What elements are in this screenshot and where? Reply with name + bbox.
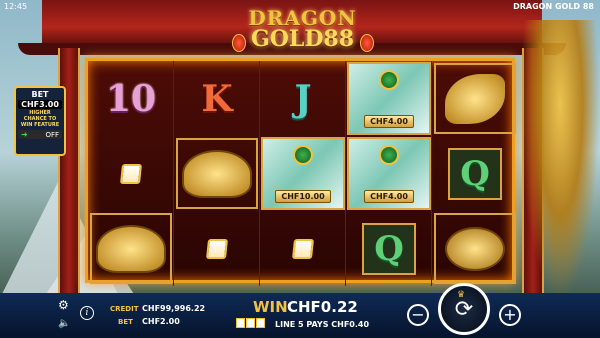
money-symbol: CHF4.00 (347, 62, 431, 135)
symbol-q: Q (448, 147, 502, 200)
gear-icon[interactable]: ⚙ (58, 298, 69, 312)
gold-fish-icon (445, 73, 505, 124)
reel-cell: Q (346, 211, 432, 286)
win-label: WIN (253, 298, 288, 316)
bet-panel-description: HIGHER CHANCE TO WIN FEATURE (20, 110, 60, 128)
scatter-symbol-icon (205, 238, 229, 259)
money-symbol: CHF4.00 (347, 137, 431, 210)
reel-3: J CHF10.00 (260, 61, 346, 286)
symbol-q: Q (362, 222, 416, 275)
crown-icon: ♛ (457, 290, 466, 300)
symbol-k: K (201, 77, 233, 120)
increase-bet-button[interactable]: + (499, 304, 521, 326)
reel-cell (260, 211, 346, 286)
feature-toggle-label: OFF (45, 130, 59, 139)
credit-value: CHF99,996.22 (142, 304, 206, 313)
symbol-10: 10 (105, 77, 157, 120)
status-game-title: DRAGON GOLD 88 (513, 2, 594, 11)
money-value: CHF10.00 (275, 190, 331, 203)
jade-coin-icon (379, 145, 399, 165)
reel-cell (88, 136, 174, 211)
refresh-icon: ⟳ (454, 296, 474, 322)
scatter-symbol-icon (291, 238, 315, 259)
scatter-mini-icon (256, 318, 265, 328)
reel-cell: J (260, 61, 346, 136)
reel-grid[interactable]: 10 K J CHF10.00 CHF4.00 CHF4.00 Q Q (85, 58, 518, 286)
scatter-mini-icon (246, 318, 255, 328)
jade-coin-icon (379, 70, 399, 90)
reel-2: K (174, 61, 260, 286)
reel-cell: CHF4.00 (346, 61, 432, 136)
dragon-illustration (520, 20, 600, 300)
money-value: CHF4.00 (364, 115, 414, 128)
money-symbol: CHF10.00 (261, 137, 345, 210)
line-pays-text: LINE 5 PAYS CHF0.40 (275, 320, 370, 329)
bet-panel-value: CHF3.00 (18, 100, 62, 109)
status-time: 12:45 (4, 2, 28, 11)
gold-tortoise-icon (96, 224, 166, 273)
reel-1: 10 (88, 61, 174, 286)
reel-5: Q (432, 61, 518, 286)
reel-cell (432, 61, 518, 136)
reel-cell: 10 (88, 61, 174, 136)
bet-label: BET (118, 318, 133, 326)
bet-feature-panel[interactable]: BET CHF3.00 HIGHER CHANCE TO WIN FEATURE… (14, 86, 66, 156)
reel-cell: CHF10.00 (260, 136, 346, 211)
scatter-mini-icon (236, 318, 245, 328)
decrease-bet-button[interactable]: − (407, 304, 429, 326)
arrow-right-icon: ➜ (21, 130, 28, 139)
bet-value: CHF2.00 (142, 317, 180, 326)
logo-line-2: GOLD88 (250, 26, 355, 52)
speaker-icon[interactable]: 🔈 (58, 318, 70, 329)
gold-tortoise-icon (182, 149, 252, 198)
win-value: CHF0.22 (287, 298, 358, 316)
reel-cell: Q (432, 136, 518, 211)
reel-cell (174, 136, 260, 211)
bet-panel-title: BET (31, 90, 49, 99)
reel-cell: K (174, 61, 260, 136)
reel-cell (88, 211, 174, 286)
symbol-j: J (294, 77, 312, 120)
reel-cell: CHF4.00 (346, 136, 432, 211)
reel-cell (432, 211, 518, 286)
game-logo: DRAGON GOLD88 (230, 6, 375, 58)
reel-4: CHF4.00 CHF4.00 Q (346, 61, 432, 286)
reel-cell (174, 211, 260, 286)
jade-coin-icon (293, 145, 313, 165)
money-value: CHF4.00 (364, 190, 414, 203)
game-scene: 12:45 DRAGON GOLD 88 DRAGON GOLD88 10 K (0, 0, 600, 338)
scatter-symbol-icon (119, 163, 143, 184)
info-icon[interactable]: i (80, 306, 94, 320)
gold-frog-icon (445, 226, 505, 271)
feature-toggle[interactable]: ➜ OFF (18, 130, 62, 139)
winning-line-symbols (236, 318, 265, 328)
pillar-left (58, 48, 80, 293)
credit-label: CREDIT (110, 305, 139, 313)
